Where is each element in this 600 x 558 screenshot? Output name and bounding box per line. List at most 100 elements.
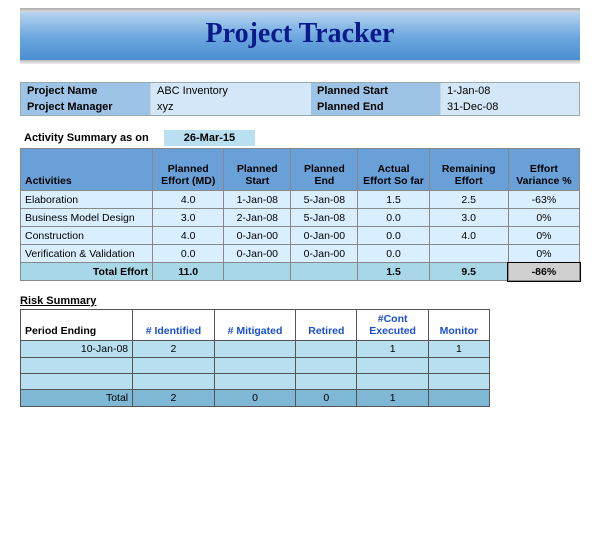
risk-period: 10-Jan-08: [21, 341, 133, 358]
activity-row: Construction4.00-Jan-000-Jan-000.04.00%: [21, 227, 580, 245]
total-remaining: 9.5: [429, 263, 508, 281]
activity-row: Elaboration4.01-Jan-085-Jan-081.52.5-63%: [21, 191, 580, 209]
empty-cell: [357, 374, 428, 390]
risk-mitigated: [214, 341, 296, 358]
activity-remaining: 2.5: [429, 191, 508, 209]
risk-table: Period Ending # Identified # Mitigated R…: [20, 309, 490, 407]
risk-identified: 2: [133, 341, 215, 358]
activity-table: Activities Planned Effort (MD) Planned S…: [20, 148, 580, 281]
col-planned-start: Planned Start: [224, 149, 291, 191]
activity-planned-effort: 4.0: [153, 227, 224, 245]
activity-variance: 0%: [508, 227, 579, 245]
risk-cont: 1: [357, 341, 428, 358]
project-info-box: Project Name ABC Inventory Planned Start…: [20, 82, 580, 116]
risk-total-label: Total: [21, 390, 133, 407]
risk-row: 10-Jan-082 11: [21, 341, 490, 358]
activity-remaining: 3.0: [429, 209, 508, 227]
activity-variance: 0%: [508, 209, 579, 227]
activity-variance: -63%: [508, 191, 579, 209]
empty-cell: [133, 374, 215, 390]
activity-body: Elaboration4.01-Jan-085-Jan-081.52.5-63%…: [21, 191, 580, 263]
activity-actual: 0.0: [358, 209, 429, 227]
activity-actual: 1.5: [358, 191, 429, 209]
activity-summary-header: Activity Summary as on 26-Mar-15: [20, 130, 580, 146]
project-manager-label: Project Manager: [21, 99, 151, 115]
col-remaining: Remaining Effort: [429, 149, 508, 191]
activity-name: Elaboration: [21, 191, 153, 209]
activity-remaining: [429, 245, 508, 263]
empty-cell: [428, 374, 489, 390]
risk-total-mitigated: 0: [214, 390, 296, 407]
activity-planned-end: 0-Jan-00: [291, 227, 358, 245]
project-manager-value: xyz: [151, 99, 311, 115]
activity-row: Business Model Design3.02-Jan-085-Jan-08…: [21, 209, 580, 227]
empty-cell: [296, 358, 357, 374]
risk-retired: [296, 341, 357, 358]
planned-start-label: Planned Start: [311, 83, 441, 99]
activity-planned-effort: 0.0: [153, 245, 224, 263]
activity-planned-end: 0-Jan-00: [291, 245, 358, 263]
risk-monitor: 1: [428, 341, 489, 358]
activity-total-row: Total Effort 11.0 1.5 9.5 -86%: [21, 263, 580, 281]
activity-name: Construction: [21, 227, 153, 245]
total-variance: -86%: [508, 263, 579, 281]
risk-body: 10-Jan-082 11: [21, 341, 490, 390]
page-title: Project Tracker: [20, 18, 580, 50]
activity-planned-start: 2-Jan-08: [224, 209, 291, 227]
risk-summary-header: Risk Summary: [20, 295, 580, 307]
activity-name: Business Model Design: [21, 209, 153, 227]
total-planned-end: [291, 263, 358, 281]
title-band: Project Tracker: [20, 12, 580, 60]
risk-total-identified: 2: [133, 390, 215, 407]
activity-planned-start: 1-Jan-08: [224, 191, 291, 209]
activity-remaining: 4.0: [429, 227, 508, 245]
activity-planned-effort: 4.0: [153, 191, 224, 209]
empty-cell: [21, 358, 133, 374]
activity-name: Verification & Validation: [21, 245, 153, 263]
activity-row: Verification & Validation0.00-Jan-000-Ja…: [21, 245, 580, 263]
planned-end-value: 31-Dec-08: [441, 99, 579, 115]
risk-total-retired: 0: [296, 390, 357, 407]
planned-end-label: Planned End: [311, 99, 441, 115]
total-planned-effort: 11.0: [153, 263, 224, 281]
col-identified: # Identified: [133, 310, 215, 341]
activity-planned-start: 0-Jan-00: [224, 227, 291, 245]
col-retired: Retired: [296, 310, 357, 341]
activity-planned-end: 5-Jan-08: [291, 191, 358, 209]
empty-cell: [296, 374, 357, 390]
project-name-label: Project Name: [21, 83, 151, 99]
activity-actual: 0.0: [358, 227, 429, 245]
total-label: Total Effort: [21, 263, 153, 281]
activity-summary-label: Activity Summary as on: [20, 130, 153, 146]
col-activities: Activities: [21, 149, 153, 191]
col-period: Period Ending: [21, 310, 133, 341]
col-cont: #Cont Executed: [357, 310, 428, 341]
risk-empty-row: [21, 374, 490, 390]
activity-planned-start: 0-Jan-00: [224, 245, 291, 263]
planned-start-value: 1-Jan-08: [441, 83, 579, 99]
total-planned-start: [224, 263, 291, 281]
col-actual-effort: Actual Effort So far: [358, 149, 429, 191]
activity-actual: 0.0: [358, 245, 429, 263]
activity-header-row: Activities Planned Effort (MD) Planned S…: [21, 149, 580, 191]
empty-cell: [357, 358, 428, 374]
col-planned-effort: Planned Effort (MD): [153, 149, 224, 191]
empty-cell: [214, 374, 296, 390]
activity-planned-end: 5-Jan-08: [291, 209, 358, 227]
empty-cell: [133, 358, 215, 374]
activity-planned-effort: 3.0: [153, 209, 224, 227]
bottom-divider: [20, 60, 580, 64]
risk-empty-row: [21, 358, 490, 374]
col-variance: Effort Variance %: [508, 149, 579, 191]
project-name-value: ABC Inventory: [151, 83, 311, 99]
col-planned-end: Planned End: [291, 149, 358, 191]
risk-total-row: Total 2 0 0 1: [21, 390, 490, 407]
risk-total-monitor: [428, 390, 489, 407]
empty-cell: [21, 374, 133, 390]
empty-cell: [214, 358, 296, 374]
activity-variance: 0%: [508, 245, 579, 263]
risk-total-cont: 1: [357, 390, 428, 407]
activity-summary-date: 26-Mar-15: [164, 130, 255, 146]
col-mitigated: # Mitigated: [214, 310, 296, 341]
risk-header-row: Period Ending # Identified # Mitigated R…: [21, 310, 490, 341]
